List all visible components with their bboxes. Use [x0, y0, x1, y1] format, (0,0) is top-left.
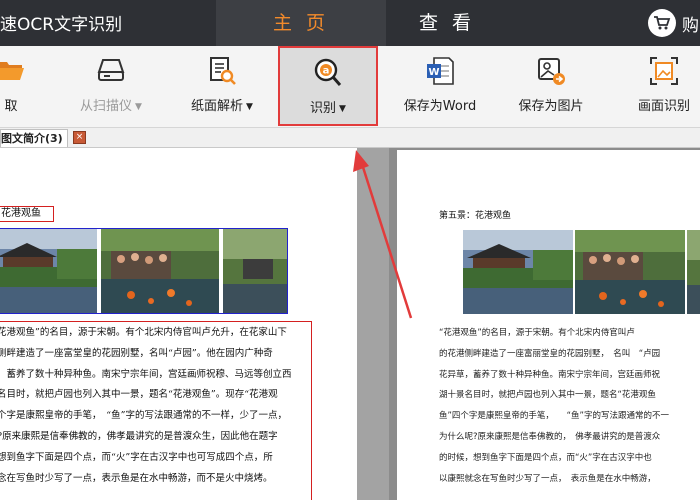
from-scanner-button[interactable]: 从扫描仪 ▼	[68, 46, 154, 128]
crowd-photo	[575, 230, 685, 314]
photo-region[interactable]	[0, 228, 288, 314]
close-tab-icon[interactable]: ×	[73, 131, 86, 144]
ocr-magnifier-icon: a	[313, 58, 343, 92]
cart-icon[interactable]	[648, 9, 676, 37]
source-text: 花港观鱼”的名目，源于宋朝。有个北宋内侍官叫卢允升，在花家山下 侧畔建造了一座富…	[0, 323, 317, 489]
buy-link[interactable]: 购	[682, 11, 699, 36]
source-line: 想到鱼字下面是四个点，而“火”字在古汉字中也可写成四个点，所	[0, 451, 273, 463]
save-image-icon	[536, 56, 566, 90]
source-line: 侧畔建造了一座富堂皇的花园别墅，名叫“卢园”。他在园内广种奇	[0, 347, 273, 359]
crowd-photo	[101, 229, 219, 313]
document-search-icon	[207, 56, 237, 90]
workspace: 花港观鱼 花港观鱼”的名目，源于宋朝。有个北宋内侍官叫卢允升，在花家山下 侧畔建…	[0, 148, 700, 500]
screen-recognize-button[interactable]: 画面识别	[626, 46, 700, 128]
result-heading: 第五景：花港观鱼	[439, 211, 512, 221]
chevron-down-icon: ▼	[246, 102, 253, 112]
screen-recognize-label: 画面识别	[637, 99, 690, 114]
willow-photo	[687, 230, 700, 314]
chevron-down-icon: ▼	[135, 102, 142, 112]
result-line: 以康熙就念在写鱼时少写了一点， 表示鱼是在水中畅游，	[439, 473, 656, 484]
scanner-icon	[96, 56, 126, 88]
recognize-button[interactable]: a 识别 ▼	[278, 46, 378, 126]
source-heading: 花港观鱼	[1, 208, 41, 219]
result-photo	[463, 230, 700, 314]
get-file-label: 取	[4, 99, 18, 114]
screen-capture-icon	[649, 56, 679, 90]
chevron-down-icon: ▼	[339, 104, 346, 114]
result-line: 的时候，想到鱼字下面是四个点，而“火”字在古汉字中也	[439, 452, 652, 463]
source-line: 个字是康熙皇帝的手笔， “鱼”字的写法跟通常的不一样，少了一点，	[0, 410, 287, 422]
title-bar: 速OCR文字识别 主 页 查 看 购	[0, 0, 700, 46]
result-line: 的花港侧畔建造了一座富丽堂皇的花园别墅， 名叫 “卢园	[439, 348, 661, 359]
app-title: 速OCR文字识别	[0, 15, 123, 35]
willow-photo	[223, 229, 287, 313]
save-as-word-label: 保存为Word	[403, 99, 477, 114]
recognize-label: 识别 ▼	[310, 101, 346, 116]
document-tab-bar: 图文简介(3)	[0, 128, 700, 148]
svg-text:W: W	[428, 67, 439, 78]
text-region[interactable]: 花港观鱼”的名目，源于宋朝。有个北宋内侍官叫卢允升，在花家山下 侧畔建造了一座富…	[0, 321, 312, 500]
result-line: “花港观鱼”的名目，源于宋朝。有个北宋内侍官叫卢	[439, 328, 635, 338]
result-line: 湖十景名目时，就把卢园也列入其中一景，题名“花港观鱼	[439, 390, 656, 401]
source-line: 花港观鱼”的名目，源于宋朝。有个北宋内侍官叫卢允升，在花家山下	[0, 327, 287, 338]
page-parse-button[interactable]: 纸面解析 ▼	[180, 46, 264, 128]
result-line: 鱼”四个字是康熙皇帝的手笔， “鱼”字的写法跟通常的不一	[439, 411, 669, 422]
get-file-button[interactable]: 取	[0, 46, 36, 128]
heading-region[interactable]: 花港观鱼	[0, 206, 54, 222]
result-line: 花异草，蓄养了数十种异种鱼。南宋宁宗年间，宫廷画师祝	[439, 369, 661, 380]
toolbar: 取 从扫描仪 ▼ 纸面解析 ▼ a 识别 ▼ W 保存为Word 保存为图片 画…	[0, 46, 700, 128]
page-parse-label: 纸面解析 ▼	[191, 99, 253, 114]
document-tab[interactable]: 图文简介(3)	[0, 129, 68, 147]
result-page[interactable]: 第五景：花港观鱼 “花港观鱼”的名目，源于宋朝。有个北宋内侍官叫卢 的花港侧畔建…	[397, 150, 700, 500]
word-file-icon: W	[425, 56, 455, 90]
source-line: 蓄养了数十种异种鱼。南宋宁宗年间，宫廷画师祝穆、马远等创立西	[0, 368, 292, 380]
save-as-image-button[interactable]: 保存为图片	[508, 46, 594, 128]
pavilion-photo	[463, 230, 573, 314]
folder-open-icon	[0, 56, 26, 86]
result-text[interactable]: “花港观鱼”的名目，源于宋朝。有个北宋内侍官叫卢 的花港侧畔建造了一座富丽堂皇的…	[439, 323, 700, 489]
splitter[interactable]	[357, 148, 389, 500]
tab-view[interactable]: 查 看	[362, 0, 532, 46]
source-line: ?原来康熙是信奉佛教的，佛孝最讲究的是普渡众生，因此他在题字	[0, 430, 278, 442]
tab-home[interactable]: 主 页	[216, 0, 386, 46]
pavilion-photo	[0, 229, 97, 313]
from-scanner-label: 从扫描仪 ▼	[80, 99, 142, 114]
save-as-image-label: 保存为图片	[518, 99, 584, 114]
source-line: 念在写鱼时少写了一点，表示鱼是在水中畅游，而不是火中烧烤。	[0, 472, 273, 484]
source-line: 名目时，就把卢园也列入其中一景，题名“花港观鱼”。现存“花港观	[0, 389, 278, 401]
svg-text:a: a	[323, 66, 330, 77]
source-page[interactable]: 花港观鱼 花港观鱼”的名目，源于宋朝。有个北宋内侍官叫卢允升，在花家山下 侧畔建…	[0, 148, 357, 500]
result-line: 为什么呢?原来康熙是信奉佛教的， 佛孝最讲究的是普渡众	[439, 431, 661, 442]
save-as-word-button[interactable]: W 保存为Word	[394, 46, 486, 128]
